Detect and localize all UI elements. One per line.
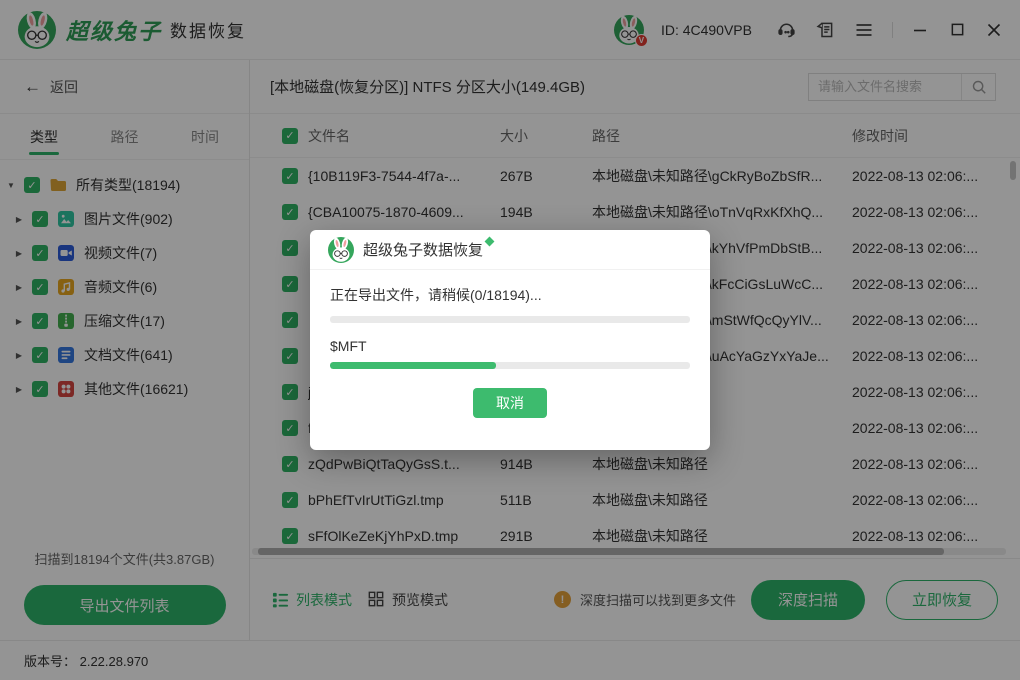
app-window: 超级兔子 数据恢复 V ID: 4C490VPB (0, 0, 1020, 680)
cancel-button[interactable]: 取消 (473, 388, 547, 418)
export-status-text: 正在导出文件，请稍候(0/18194)... (330, 285, 690, 305)
file-progress-bar (330, 362, 690, 369)
dialog-header: 超级兔子数据恢复 (310, 230, 710, 270)
overall-progress-bar (330, 316, 690, 323)
dialog-rabbit-logo-icon (328, 237, 354, 263)
dialog-title: 超级兔子数据恢复 (363, 239, 483, 260)
dialog-content: 正在导出文件，请稍候(0/18194)... $MFT 取消 (310, 270, 710, 418)
current-file-label: $MFT (330, 338, 690, 354)
export-progress-dialog: 超级兔子数据恢复 正在导出文件，请稍候(0/18194)... $MFT 取消 (310, 230, 710, 450)
diamond-decoration-icon (485, 237, 495, 247)
file-progress-fill (330, 362, 496, 369)
